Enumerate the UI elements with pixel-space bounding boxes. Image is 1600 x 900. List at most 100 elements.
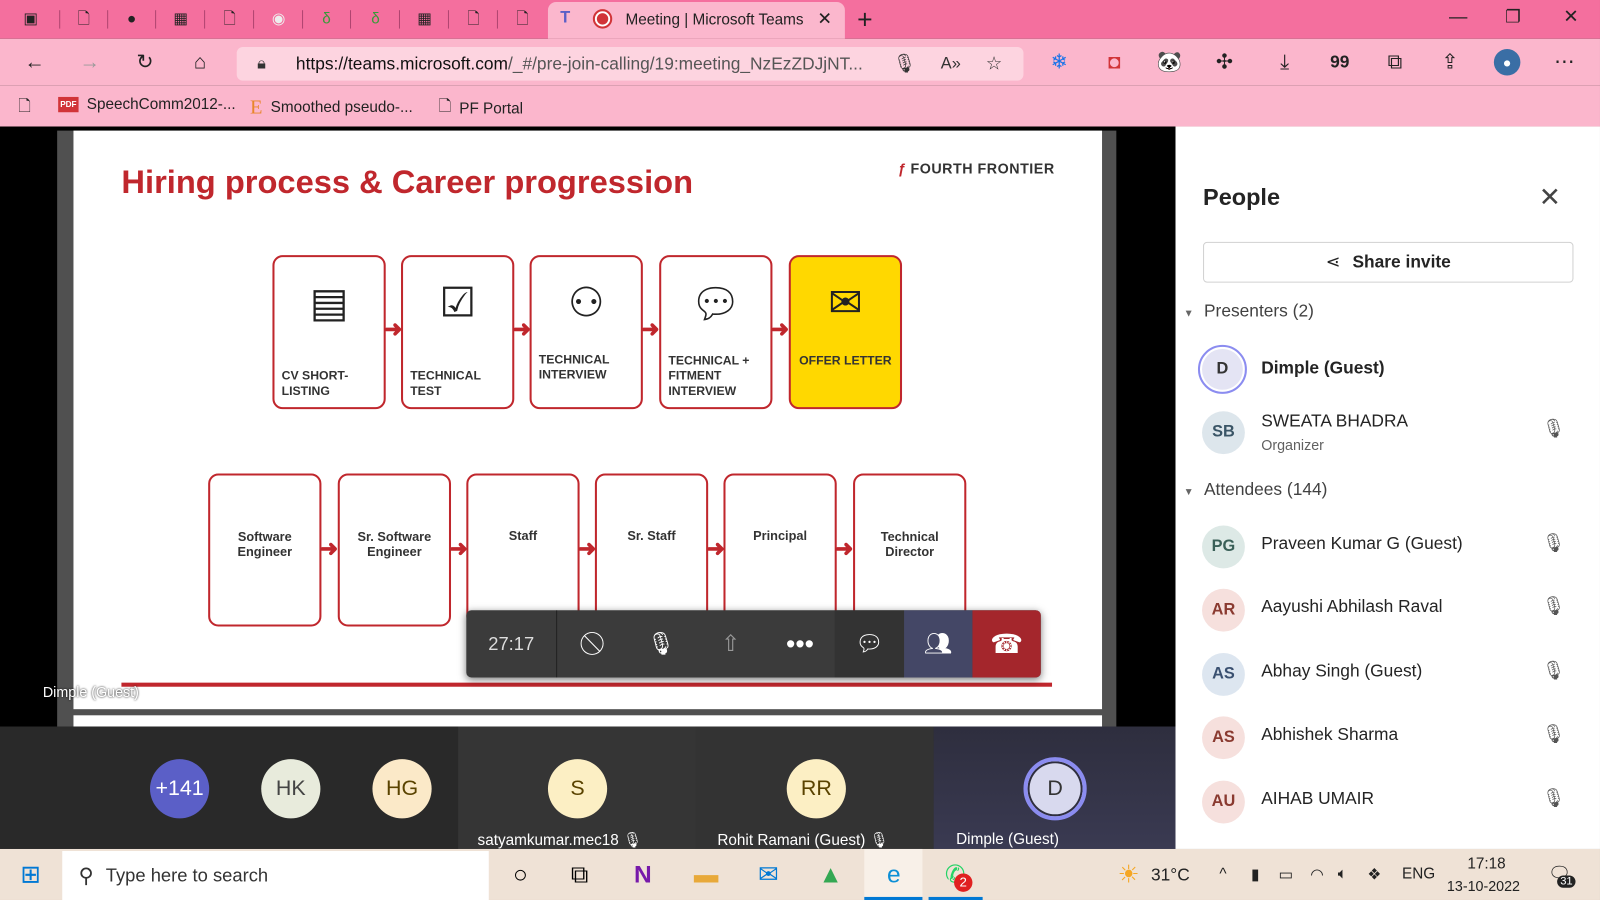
person-row[interactable]: SB SWEATA BHADRA Organizer 🎙︎ <box>1202 406 1580 457</box>
more-actions-button[interactable]: ••• <box>765 610 834 677</box>
tab-image-icon[interactable]: ▦ <box>170 9 190 29</box>
bookmarks-bar: 🗋 PDF SpeechComm2012-... E Smoothed pseudo… <box>0 85 1600 127</box>
person-row[interactable]: AU AIHAB UMAIR 🎙︎ <box>1202 776 1580 827</box>
people-button[interactable]: 👥︎ <box>904 610 973 678</box>
e-logo-icon: E <box>249 95 263 119</box>
close-panel-icon[interactable]: ✕ <box>1539 182 1561 214</box>
clock-date[interactable]: 13-10-2022 <box>1447 878 1520 894</box>
bookmark-3[interactable]: 🗋 PF Portal <box>439 96 523 122</box>
close-tab-icon[interactable]: ✕ <box>817 9 832 29</box>
voice-search-icon[interactable]: 🎙︎ <box>893 47 916 81</box>
show-hidden-icons[interactable]: ^ <box>1219 865 1226 882</box>
clock-time[interactable]: 17:18 <box>1467 855 1505 872</box>
avatar[interactable]: RR <box>786 759 846 819</box>
extension-panda-icon[interactable]: 🐼 <box>1156 49 1183 76</box>
address-bar[interactable]: 🔒︎ https://teams.microsoft.com/_#/pre-jo… <box>236 46 1024 81</box>
bookmark-1[interactable]: PDF SpeechComm2012-... <box>58 96 236 113</box>
workspaces-icon[interactable]: ▣ <box>20 9 40 29</box>
share-invite-button[interactable]: ⋖ Share invite <box>1203 241 1574 283</box>
refresh-icon[interactable]: ↻ <box>132 49 159 76</box>
microphone-tray-icon[interactable]: ▮ <box>1251 865 1259 883</box>
person-row[interactable]: PG Praveen Kumar G (Guest) 🎙︎ <box>1202 520 1580 571</box>
tab-teams-meeting[interactable]: T Meeting | Microsoft Teams ✕ <box>547 2 845 39</box>
url-path: /_#/pre-join-calling/19:meeting_NzEzZDJj… <box>507 54 863 74</box>
extensions-icon[interactable]: ✣ <box>1211 49 1238 76</box>
task-view-icon[interactable]: ⧉ <box>563 859 596 892</box>
tab-image-icon[interactable]: ▦ <box>414 9 434 29</box>
hang-up-button[interactable]: ☎︎ <box>972 610 1041 678</box>
person-row[interactable]: AR Aayushi Abhilash Raval 🎙︎ <box>1202 584 1580 635</box>
new-tab-button[interactable]: + <box>857 4 872 36</box>
taskbar-search[interactable]: ⚲ Type here to search <box>62 851 489 900</box>
tab-page-icon[interactable]: 🗋 <box>463 9 483 29</box>
weather-temp[interactable]: 31°C <box>1151 865 1190 885</box>
tab-title: Meeting | Microsoft Teams <box>625 11 804 29</box>
whatsapp-badge: 2 <box>954 873 973 892</box>
next-slide-edge <box>73 715 1103 727</box>
onenote-icon[interactable]: N <box>627 859 660 892</box>
downloads-icon[interactable]: ⤓ <box>1271 49 1298 76</box>
profile-avatar[interactable]: ● <box>1493 48 1521 76</box>
checklist-icon: ☑ <box>439 280 476 326</box>
person-row[interactable]: AS Abhay Singh (Guest) 🎙︎ <box>1202 648 1580 699</box>
minimize-icon[interactable]: — <box>1449 6 1467 27</box>
home-icon[interactable]: ⌂ <box>187 49 214 76</box>
dropbox-icon[interactable]: ❖ <box>1367 865 1381 883</box>
person-row[interactable]: AS Abhishek Sharma 🎙︎ <box>1202 711 1580 762</box>
presenters-section-toggle[interactable]: ▼ Presenters (2) <box>1184 301 1314 321</box>
extension-quote-button[interactable]: 99 <box>1327 49 1354 76</box>
google-drive-icon[interactable]: ▲ <box>814 859 847 892</box>
windows-start-icon[interactable]: ⊞ <box>14 859 47 892</box>
overflow-participants[interactable]: +141 <box>149 759 210 819</box>
mic-off-icon: 🎙︎ <box>623 831 643 849</box>
bookmark-page-icon[interactable]: 🗋 <box>18 96 30 122</box>
lock-icon[interactable]: 🔒︎ <box>257 47 266 81</box>
cortana-icon[interactable]: ○ <box>504 859 537 892</box>
forward-icon[interactable]: → <box>77 49 104 76</box>
tab-leaf-icon[interactable]: δ <box>316 9 336 29</box>
extension-pocket-icon[interactable]: ◘ <box>1101 49 1128 76</box>
collections-icon[interactable]: ⧉ <box>1382 49 1409 76</box>
camera-off-button[interactable]: 🚫︎ <box>557 610 626 677</box>
more-icon[interactable]: ⋯ <box>1551 49 1578 76</box>
bookmark-2[interactable]: E Smoothed pseudo-... <box>250 96 413 119</box>
tab-page-icon[interactable]: 🗋 <box>73 9 93 29</box>
pdf-icon: PDF <box>58 96 79 113</box>
volume-icon[interactable]: 🔈︎ <box>1338 865 1347 882</box>
extension-snowflake-icon[interactable]: ❄ <box>1046 49 1073 76</box>
step-technical-test: ☑ TECHNICAL TEST <box>401 255 515 410</box>
battery-icon[interactable]: ▭ <box>1279 865 1293 883</box>
share-screen-button[interactable]: ⇧ <box>696 610 765 677</box>
level-staff: Staff <box>466 473 580 627</box>
tab-leaf-icon[interactable]: δ <box>365 9 385 29</box>
mail-icon[interactable]: ✉ <box>752 859 785 892</box>
avatar-speaking[interactable]: D <box>1023 757 1087 821</box>
back-icon[interactable]: ← <box>21 49 48 76</box>
edge-icon[interactable]: e <box>878 859 911 892</box>
tab-page-icon[interactable]: 🗋 <box>219 9 239 29</box>
person-row[interactable]: D Dimple (Guest) <box>1197 343 1580 394</box>
mic-off-icon: 🎙︎ <box>1541 595 1566 617</box>
file-explorer-icon[interactable]: ▬ <box>690 859 723 892</box>
close-window-icon[interactable]: ✕ <box>1563 6 1578 27</box>
chat-button[interactable]: 💬︎ <box>834 610 905 678</box>
tab-github-icon[interactable]: ● <box>121 9 141 29</box>
attendees-section-toggle[interactable]: ▼ Attendees (144) <box>1184 480 1328 500</box>
weather-icon[interactable]: ☀ <box>1112 859 1145 892</box>
tab-seal-icon[interactable]: ◉ <box>268 9 288 29</box>
avatar[interactable]: HG <box>372 759 432 819</box>
level-principal: Principal <box>723 473 837 627</box>
language-indicator[interactable]: ENG <box>1402 865 1435 882</box>
tab-page-icon[interactable]: 🗋 <box>512 9 532 29</box>
favorite-icon[interactable]: ☆ <box>986 47 1002 81</box>
mic-muted-button[interactable]: 🎙︎ <box>627 610 696 677</box>
bookmark-label: PF Portal <box>459 99 524 118</box>
avatar[interactable]: HK <box>261 759 321 819</box>
call-timer: 27:17 <box>466 610 558 678</box>
step-technical-interview: ⚇ TECHNICAL INTERVIEW <box>529 255 643 410</box>
restore-icon[interactable]: ❐ <box>1505 7 1521 27</box>
share-icon[interactable]: ⇪ <box>1437 49 1464 76</box>
wifi-icon[interactable]: ◠ <box>1310 865 1323 883</box>
avatar[interactable]: S <box>547 759 608 819</box>
read-aloud-icon[interactable]: A» <box>941 47 961 81</box>
